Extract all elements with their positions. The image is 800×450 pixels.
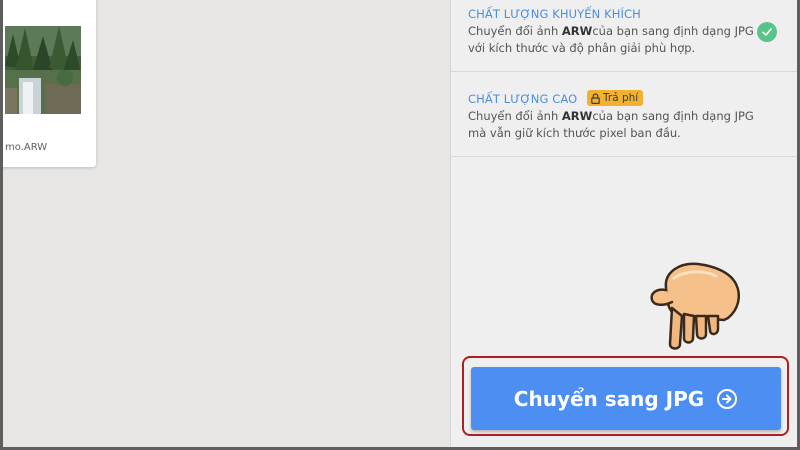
- option-title: CHẤT LƯỢNG KHUYẾN KHÍCH: [468, 7, 641, 21]
- file-thumbnail: [5, 26, 81, 114]
- option-high-quality[interactable]: CHẤT LƯỢNG CAO Trả phí Chuyển đổi ảnh AR…: [451, 72, 797, 157]
- paid-badge-label: Trả phí: [603, 92, 639, 104]
- file-card[interactable]: mo.ARW: [3, 0, 96, 167]
- option-title: CHẤT LƯỢNG CAO: [468, 92, 578, 106]
- paid-badge: Trả phí: [587, 90, 644, 106]
- convert-to-jpg-button[interactable]: Chuyển sang JPG: [471, 367, 781, 430]
- lock-icon: [591, 92, 600, 104]
- file-name: mo.ARW: [5, 142, 48, 153]
- convert-button-label: Chuyển sang JPG: [513, 386, 705, 411]
- option-description: Chuyển đổi ảnh ARWcủa bạn sang định dạng…: [468, 109, 754, 140]
- work-area: mo.ARW: [3, 0, 450, 447]
- app-frame: mo.ARW CHẤT LƯỢNG KHUYẾN KHÍCH Chuyển đổ…: [3, 0, 797, 447]
- option-recommended-quality[interactable]: CHẤT LƯỢNG KHUYẾN KHÍCH Chuyển đổi ảnh A…: [451, 0, 797, 72]
- check-circle-icon: [757, 22, 777, 42]
- arrow-right-circle-icon: [716, 388, 738, 410]
- quality-options-panel: CHẤT LƯỢNG KHUYẾN KHÍCH Chuyển đổi ảnh A…: [450, 0, 797, 447]
- option-description: Chuyển đổi ảnh ARWcủa bạn sang định dạng…: [468, 24, 754, 55]
- pointing-hand-icon: [646, 258, 746, 358]
